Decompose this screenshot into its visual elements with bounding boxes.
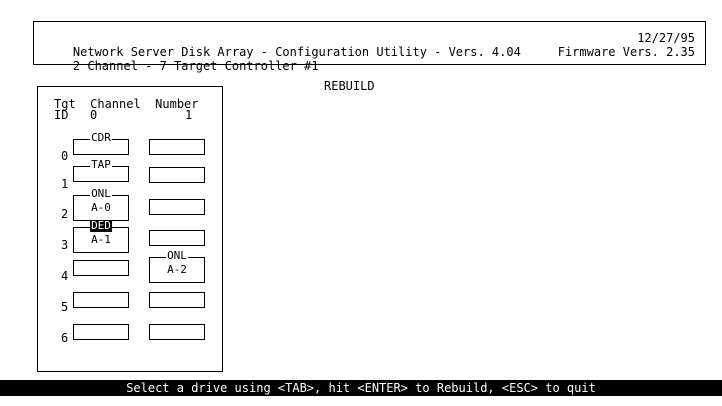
tgt-id-label: ID: [54, 108, 69, 122]
drive-slot-ch0-id2[interactable]: ONL A-0: [73, 188, 129, 221]
drive-slot-ch1-id5[interactable]: [149, 292, 205, 308]
drive-slot-ch1-id4[interactable]: ONL A-2: [149, 250, 205, 283]
drive-slot-ch1-id3[interactable]: [149, 230, 205, 246]
drive-slot-ch0-id4[interactable]: [73, 260, 129, 276]
drive-status-onl-ch1: ONL: [166, 249, 188, 262]
screen-title: REBUILD: [324, 79, 375, 93]
drive-array-a1: A-1: [90, 233, 112, 246]
target-id-1: 1: [61, 177, 69, 191]
drive-status-onl: ONL: [90, 187, 112, 200]
drive-slot-ch0-id6[interactable]: [73, 324, 129, 340]
drive-slot-ch1-id0[interactable]: [149, 139, 205, 155]
channel-0-label: 0: [90, 108, 98, 122]
drive-slot-ch0-id0[interactable]: CDR: [73, 132, 129, 155]
drive-slot-ch1-id2[interactable]: [149, 199, 205, 215]
drive-slot-ch1-id6[interactable]: [149, 324, 205, 340]
target-id-2: 2: [61, 207, 69, 221]
target-id-6: 6: [61, 331, 69, 345]
target-id-0: 0: [61, 149, 69, 163]
drive-slot-ch0-id3-selected[interactable]: DED A-1: [73, 220, 129, 253]
utility-date: 12/27/95: [637, 31, 695, 45]
drive-array-a0: A-0: [90, 201, 112, 214]
header-box: Network Server Disk Array - Configuratio…: [33, 21, 706, 73]
drive-slot-ch1-id1[interactable]: [149, 167, 205, 183]
drive-status-cdr: CDR: [90, 131, 112, 144]
firmware-version: Firmware Vers. 2.35: [557, 45, 695, 59]
drive-status-tap: TAP: [90, 158, 112, 171]
drive-slot-ch0-id5[interactable]: [73, 292, 129, 308]
drive-grid-panel: Tgt Channel Number ID 0 1 0 CDR 1 TAP 2 …: [37, 86, 223, 372]
controller-info: 2 Channel - 7 Target Controller #1: [72, 59, 319, 73]
drive-slot-ch0-id1[interactable]: TAP: [73, 159, 129, 182]
drive-status-ded: DED: [90, 219, 112, 232]
target-id-5: 5: [61, 300, 69, 314]
column-headers: Tgt Channel Number: [54, 97, 199, 111]
channel-1-label: 1: [185, 108, 193, 122]
status-bar: Select a drive using <TAB>, hit <ENTER> …: [0, 380, 722, 396]
target-id-4: 4: [61, 269, 69, 283]
drive-array-a2: A-2: [166, 263, 188, 276]
target-id-3: 3: [61, 238, 69, 252]
